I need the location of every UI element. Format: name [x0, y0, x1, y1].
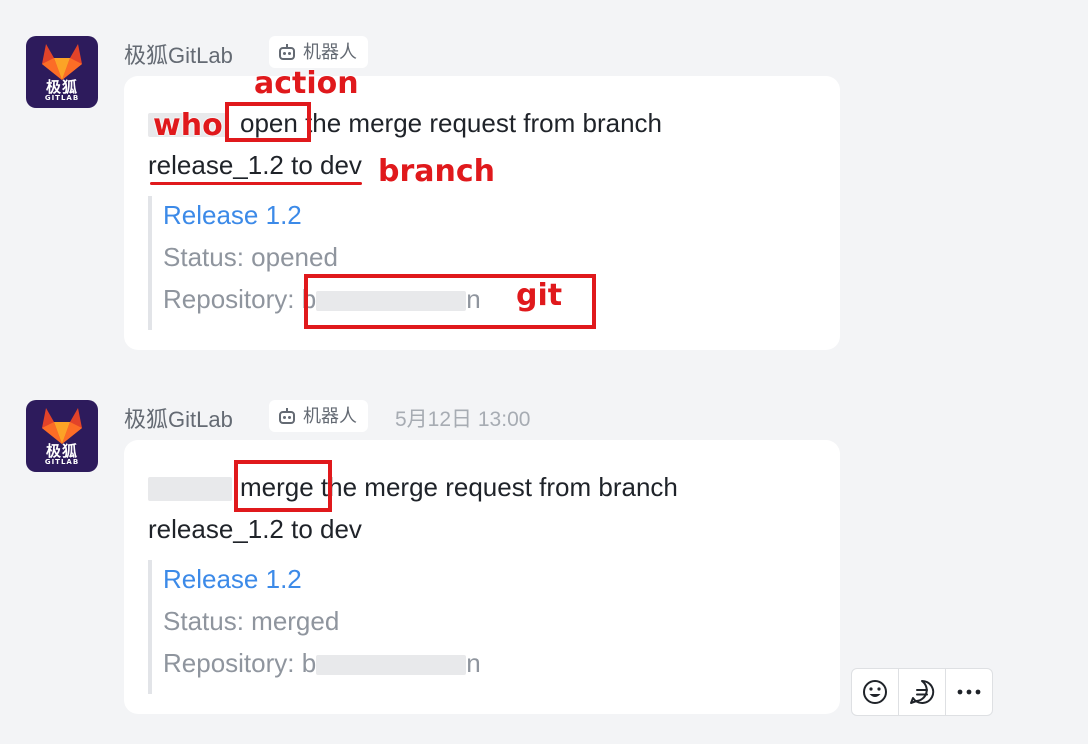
more-icon	[957, 689, 981, 695]
quote-bar	[148, 560, 152, 694]
annotation-git: git	[516, 278, 563, 313]
message-card: merge the merge request from branch rele…	[124, 440, 840, 714]
mr-status: Status: opened	[163, 242, 338, 272]
sender-name[interactable]: 极狐GitLab	[124, 38, 233, 70]
mr-title-link[interactable]: Release 1.2	[163, 200, 302, 231]
annotation-branch: branch	[378, 154, 496, 189]
bot-badge: 机器人	[269, 36, 368, 68]
reply-icon	[910, 679, 935, 704]
annotation-action: action	[254, 66, 359, 101]
message-text: the merge request from branch	[297, 108, 663, 138]
annotation-who: who	[153, 108, 223, 143]
annotation-action-box	[225, 102, 311, 142]
message-timestamp: 5月12日 13:00	[395, 408, 531, 431]
emoji-button[interactable]	[852, 669, 899, 715]
bot-label: 机器人	[303, 406, 357, 426]
annotation-action-box	[234, 460, 332, 512]
bot-label: 机器人	[303, 42, 357, 62]
redacted-repo	[316, 655, 467, 676]
robot-icon	[279, 44, 295, 60]
more-button[interactable]	[946, 669, 992, 715]
mr-title-link[interactable]: Release 1.2	[163, 564, 302, 595]
gitlab-avatar[interactable]: 极狐 GITLAB	[26, 36, 98, 108]
message-text: the merge request from branch	[313, 472, 678, 502]
bot-badge: 机器人	[269, 400, 368, 432]
mr-status: Status: merged	[163, 606, 340, 636]
mr-repository: Repository: bn	[163, 648, 481, 678]
robot-icon	[279, 408, 295, 424]
quote-bar	[148, 196, 152, 330]
reply-button[interactable]	[899, 669, 946, 715]
message-line-1: merge the merge request from branch	[148, 472, 678, 503]
gitlab-avatar[interactable]: 极狐 GITLAB	[26, 400, 98, 472]
emoji-icon	[863, 680, 887, 704]
annotation-branch-underline	[150, 182, 362, 185]
message-line-2: release_1.2 to dev	[148, 150, 362, 180]
sender-name[interactable]: 极狐GitLab	[124, 402, 233, 434]
message-line-2: release_1.2 to dev	[148, 514, 362, 544]
redacted-user	[148, 477, 232, 502]
message-actions	[851, 668, 993, 716]
